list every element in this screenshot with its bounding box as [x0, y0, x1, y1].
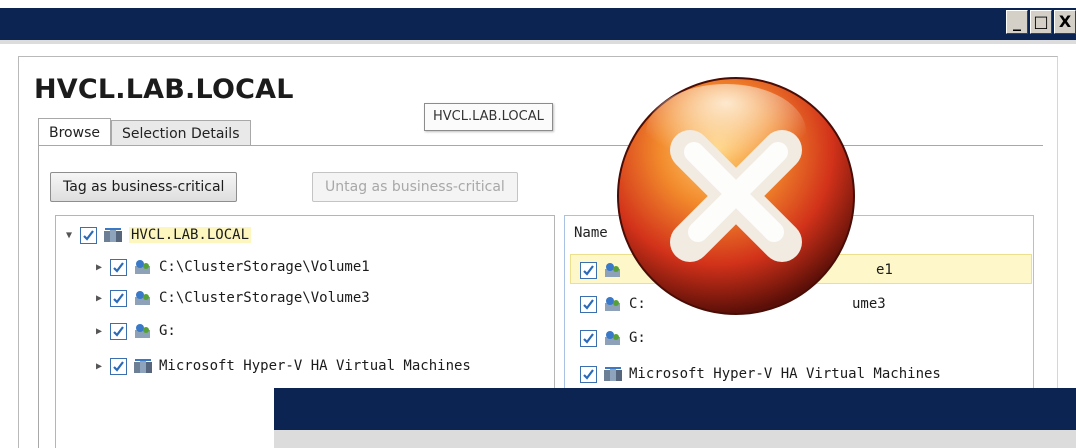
checkbox[interactable] [110, 357, 127, 375]
list-item[interactable]: Microsoft Hyper-V HA Virtual Machines [576, 362, 941, 386]
error-x-icon [617, 77, 855, 315]
list-item-label-tail: e1 [876, 262, 893, 278]
expand-arrow-icon[interactable]: ▶ [92, 326, 106, 337]
secondary-window-title-bar [274, 388, 1076, 448]
tree-item-label: C:\ClusterStorage\Volume3 [159, 290, 370, 306]
tab-selection-details[interactable]: Selection Details [110, 120, 251, 146]
minimize-button[interactable]: _ [1006, 10, 1028, 34]
checkbox[interactable] [110, 322, 127, 340]
checkmark-icon [583, 264, 594, 276]
checkmark-icon [113, 360, 124, 372]
tree-item[interactable]: ▶ C:\ClusterStorage\Volume1 [92, 255, 370, 279]
checkmark-icon [83, 229, 94, 241]
checkmark-icon [113, 292, 124, 304]
expand-arrow-icon[interactable]: ▶ [92, 293, 106, 304]
close-button[interactable]: X [1054, 10, 1076, 34]
list-item-label: Microsoft Hyper-V HA Virtual Machines [629, 366, 941, 382]
tree-item[interactable]: ▶ Microsoft Hyper-V HA Virtual Machines [92, 354, 471, 378]
volume-icon [135, 291, 150, 305]
untag-business-critical-button[interactable]: Untag as business-critical [312, 172, 518, 202]
column-header-name[interactable]: Name [574, 225, 608, 241]
tree-item-label: Microsoft Hyper-V HA Virtual Machines [159, 358, 471, 374]
tab-strip: Browse Selection Details [38, 118, 251, 146]
window-controls: _ □ X [1006, 10, 1076, 34]
checkbox[interactable] [580, 261, 597, 279]
vm-group-icon [134, 359, 152, 373]
checkbox[interactable] [580, 295, 597, 313]
checkmark-icon [113, 325, 124, 337]
page-title: HVCL.LAB.LOCAL [34, 74, 294, 105]
checkbox[interactable] [580, 329, 597, 347]
checkmark-icon [583, 332, 594, 344]
checkmark-icon [583, 368, 594, 380]
checkmark-icon [583, 298, 594, 310]
window-title-bar: _ □ X [0, 0, 1076, 44]
vm-group-icon [604, 367, 622, 381]
tag-business-critical-button[interactable]: Tag as business-critical [50, 172, 238, 202]
tree-item-label: HVCL.LAB.LOCAL [129, 227, 252, 243]
tree-item[interactable]: ▶ C:\ClusterStorage\Volume3 [92, 286, 370, 310]
tree-item-root[interactable]: ▼ HVCL.LAB.LOCAL [62, 223, 252, 247]
expand-arrow-icon[interactable]: ▼ [62, 230, 76, 241]
checkbox[interactable] [110, 258, 127, 276]
tree-item-label: G: [159, 323, 176, 339]
checkbox[interactable] [580, 365, 597, 383]
expand-arrow-icon[interactable]: ▶ [92, 262, 106, 273]
checkmark-icon [113, 261, 124, 273]
checkbox[interactable] [110, 289, 127, 307]
cluster-icon [104, 228, 122, 242]
expand-arrow-icon[interactable]: ▶ [92, 361, 106, 372]
tab-browse[interactable]: Browse [38, 118, 111, 146]
tooltip: HVCL.LAB.LOCAL [424, 103, 553, 131]
volume-icon [135, 324, 150, 338]
tree-item[interactable]: ▶ G: [92, 319, 176, 343]
volume-icon [135, 260, 150, 274]
maximize-button[interactable]: □ [1030, 10, 1052, 34]
checkbox[interactable] [80, 226, 97, 244]
tree-item-label: C:\ClusterStorage\Volume1 [159, 259, 370, 275]
